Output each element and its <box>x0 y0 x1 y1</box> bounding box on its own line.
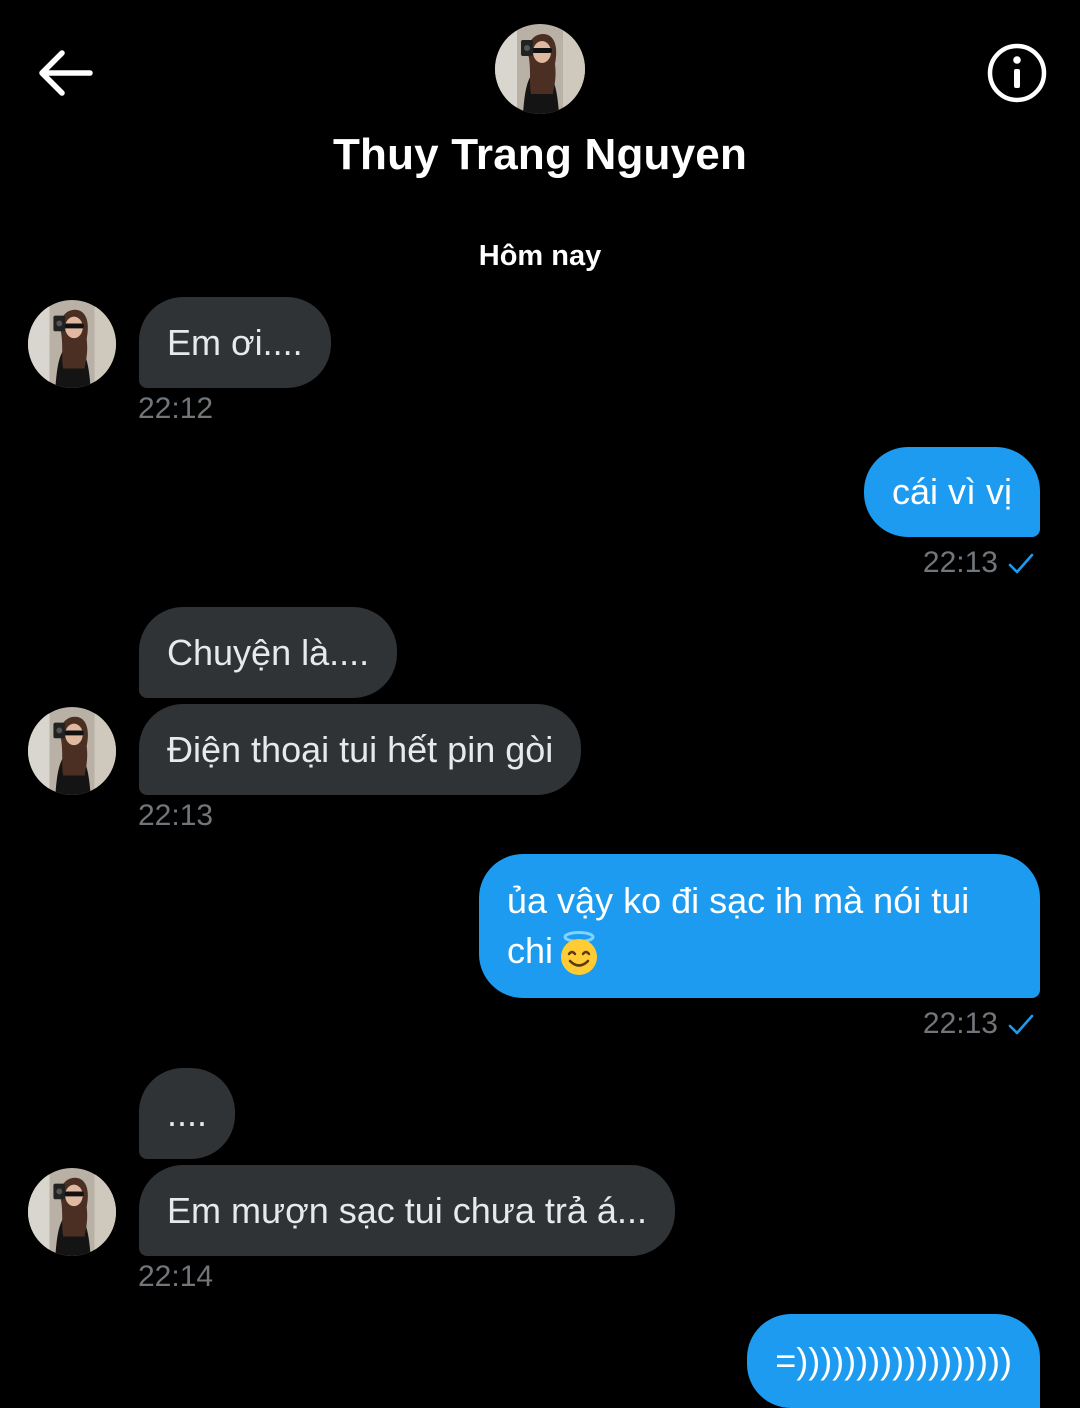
timestamp-text: 22:13 <box>922 1007 998 1040</box>
incoming-message[interactable]: Em mượn sạc tui chưa trả á... <box>139 1165 675 1256</box>
sender-avatar[interactable] <box>28 1168 116 1256</box>
message-text: cái vì vị <box>891 471 1012 512</box>
smiling-face-with-halo-icon <box>555 929 603 977</box>
message-timestamp: 22:14 <box>138 1260 214 1293</box>
back-button[interactable] <box>32 40 98 106</box>
message-text: Điện thoại tui hết pin gòi <box>167 728 554 770</box>
incoming-message[interactable]: Chuyện là.... <box>139 607 398 698</box>
contact-avatar[interactable] <box>495 24 585 114</box>
message-text: .... <box>167 1092 208 1134</box>
incoming-message[interactable]: .... <box>139 1068 236 1159</box>
outgoing-message[interactable]: =)))))))))))))))))) <box>747 1314 1040 1408</box>
info-circle-icon <box>987 43 1047 103</box>
sender-avatar[interactable] <box>28 707 116 795</box>
message-text: =)))))))))))))))))) <box>775 1340 1012 1381</box>
checkmark-icon <box>1008 1014 1034 1035</box>
message-text: Chuyện là.... <box>167 631 370 673</box>
incoming-message[interactable]: Em ơi.... <box>139 297 331 388</box>
outgoing-message[interactable]: ủa vậy ko đi sạc ih mà nói tui chi <box>479 854 1040 998</box>
sender-avatar[interactable] <box>28 300 116 388</box>
checkmark-icon <box>1008 553 1034 574</box>
avatar-photo <box>28 1168 116 1256</box>
message-timestamp: 22:13 <box>923 1007 1036 1041</box>
message-timestamp: 22:13 <box>138 799 214 832</box>
message-timestamp: 22:13 <box>923 546 1036 580</box>
incoming-message[interactable]: Điện thoại tui hết pin gòi <box>139 704 582 795</box>
avatar-photo <box>495 24 585 114</box>
avatar-photo <box>28 707 116 795</box>
outgoing-message[interactable]: cái vì vị <box>863 447 1040 537</box>
message-text: Em mượn sạc tui chưa trả á... <box>167 1189 647 1231</box>
conversation-info-button[interactable] <box>986 42 1048 104</box>
avatar-photo <box>28 300 116 388</box>
contact-name[interactable]: Thuy Trang Nguyen <box>0 130 1080 180</box>
arrow-left-icon <box>39 50 93 96</box>
date-separator: Hôm nay <box>478 240 602 272</box>
message-timestamp: 22:12 <box>138 392 214 425</box>
dm-conversation-screen: Thuy Trang Nguyen Hôm nay Em ơi.... 22:1… <box>0 0 1080 1408</box>
message-text: Em ơi.... <box>167 321 303 363</box>
timestamp-text: 22:13 <box>922 546 998 579</box>
